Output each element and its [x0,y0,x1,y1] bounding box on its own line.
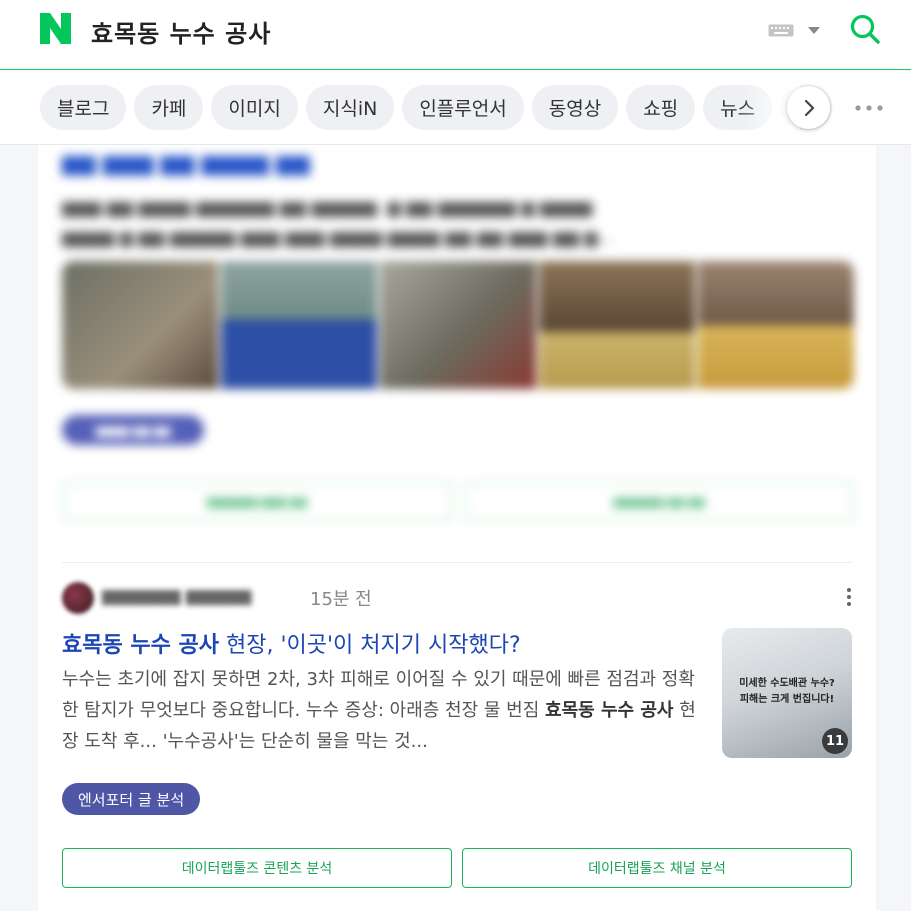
tab-blog[interactable]: 블로그 [40,85,127,130]
kebab-menu-icon[interactable] [846,587,852,607]
post-description[interactable]: 누수는 초기에 잡지 못하면 2차, 3차 피해로 이어질 수 있기 때문에 빠… [62,664,702,757]
post-time: 15분 전 [310,589,372,610]
avatar[interactable] [62,582,94,614]
thumbnail-caption: 미세한 수도배관 누수? 피해는 크게 번집니다! [739,678,835,705]
title-rest: 현장, '이곳'이 처지기 시작했다? [219,633,521,658]
tab-scroll-next-button[interactable] [787,86,830,129]
blurred-button-right: ▆▆▆▆▆▆ ▆▆ ▆▆ [464,481,854,521]
search-icon[interactable] [850,14,880,44]
datalab-content-analysis-button[interactable]: 데이터랩툴즈 콘텐츠 분석 [62,848,452,888]
tab-shopping[interactable]: 쇼핑 [626,85,696,130]
title-highlight: 효목동 누수 공사 [62,633,219,658]
blurred-result-card: ▆▆ ▆▆▆ ▆▆ ▆▆▆▆ ▆▆ ▆▆▆ ▆▆ ▆▆▆▆ ▆▆▆▆▆▆ ▆▆ … [38,145,876,545]
datalab-channel-analysis-button[interactable]: 데이터랩툴즈 채널 분석 [462,848,852,888]
ensupporter-analyze-button[interactable]: 엔서포터 글 분석 [62,783,201,815]
tab-influencer[interactable]: 인플루언서 [402,85,524,130]
keyboard-icon[interactable] [768,24,794,37]
search-header: 효목동 누수 공사 [0,0,911,70]
chevron-down-icon[interactable] [808,27,820,35]
blog-result-card: ▆▆▆▆▆▆ ▆▆▆▆▆ 15분 전 효목동 누수 공사 현장, '이곳'이 처… [38,545,876,911]
tab-list: 블로그 카페 이미지 지식iN 인플루언서 동영상 쇼핑 뉴스 책 [40,85,832,130]
post-thumbnail[interactable]: 미세한 수도배관 누수? 피해는 크게 번집니다! 11 [722,628,852,758]
thumbnail-image-count: 11 [822,728,848,754]
divider [62,562,852,563]
tab-cafe[interactable]: 카페 [134,85,204,130]
chevron-right-icon [804,99,814,116]
tab-video[interactable]: 동영상 [531,85,619,130]
desc-highlight: 효목동 누수 공사 [545,700,674,721]
tab-bar: 블로그 카페 이미지 지식iN 인플루언서 동영상 쇼핑 뉴스 책 [0,71,911,145]
blurred-button-left: ▆▆▆▆▆▆ ▆▆▆ ▆▆ [62,481,452,521]
blurred-image-strip [62,261,854,389]
post-title-link[interactable]: 효목동 누수 공사 현장, '이곳'이 처지기 시작했다? [62,627,521,659]
blurred-title: ▆▆ ▆▆▆ ▆▆ ▆▆▆▆ ▆▆ [62,151,310,176]
tab-image[interactable]: 이미지 [211,85,298,130]
search-query[interactable]: 효목동 누수 공사 [91,14,271,49]
tab-kin[interactable]: 지식iN [305,85,395,130]
blog-name-blurred[interactable]: ▆▆▆▆▆▆ ▆▆▆▆▆ [102,586,251,606]
naver-logo-icon[interactable] [40,13,71,44]
more-icon[interactable] [855,105,883,111]
blurred-pill: ▆▆▆▆ ▆▆ ▆▆ [62,415,204,445]
blurred-description: ▆▆▆ ▆▆ ▆▆▆▆ ▆▆▆▆▆▆ ▆▆ ▆▆▆▆▆. ▆ ▆▆ ▆▆▆▆▆▆… [62,198,614,248]
